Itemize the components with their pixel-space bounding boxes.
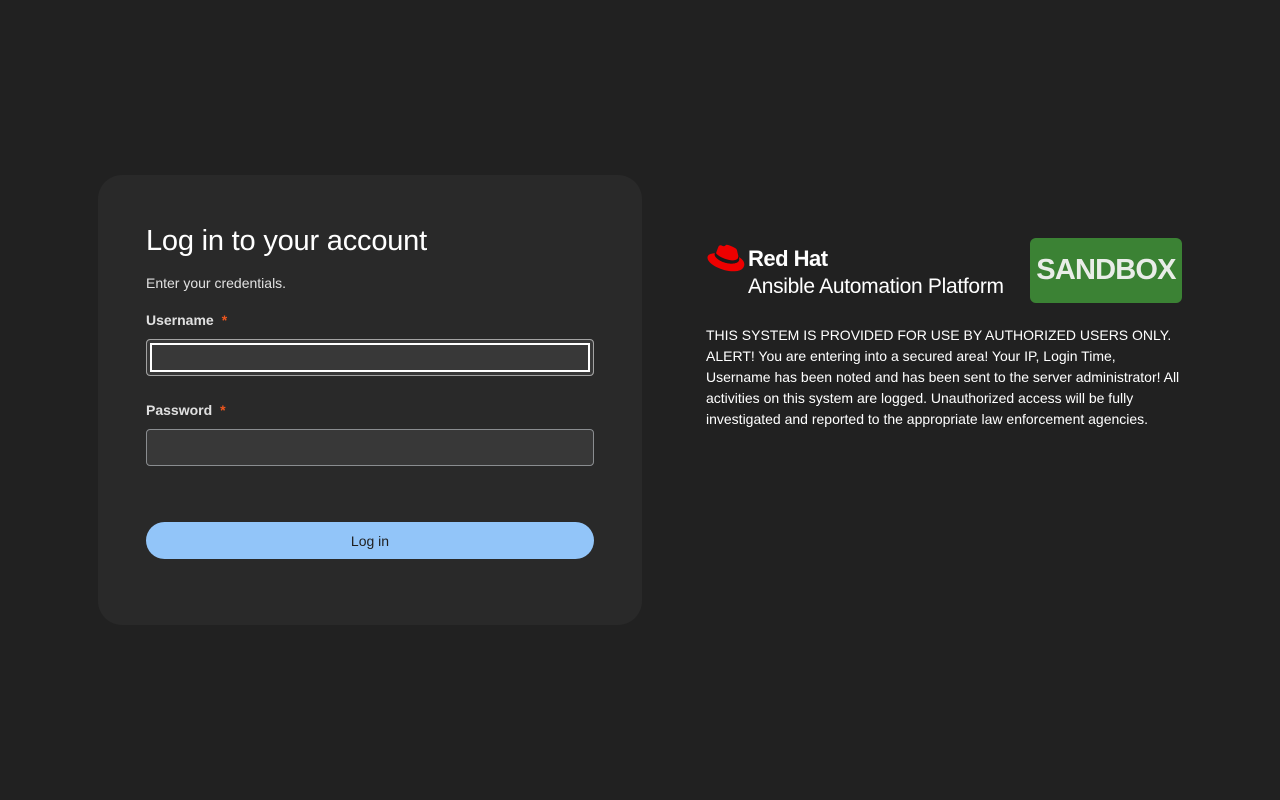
brand-product-name: Ansible Automation Platform (748, 275, 1004, 298)
red-hat-logo: Red Hat Ansible Automation Platform (706, 238, 1004, 300)
login-subtitle: Enter your credentials. (146, 275, 287, 291)
brand-logo-row: Red Hat Ansible Automation Platform SAND… (706, 238, 1182, 304)
login-button[interactable]: Log in (146, 522, 594, 559)
password-input[interactable] (146, 429, 594, 466)
brand-company-name: Red Hat (748, 246, 828, 271)
password-label-text: Password (146, 402, 213, 418)
red-hat-wordmark: Red Hat Ansible Automation Platform (748, 238, 1004, 300)
password-label: Password * (146, 400, 594, 420)
login-title: Log in to your account (146, 225, 427, 257)
username-label-text: Username (146, 312, 214, 328)
sandbox-badge: SANDBOX (1030, 238, 1182, 303)
login-page: Log in to your account Enter your creden… (0, 0, 1280, 800)
brand-panel: Red Hat Ansible Automation Platform SAND… (706, 238, 1182, 430)
red-hat-icon (707, 244, 745, 272)
password-required-marker: * (220, 402, 226, 418)
security-notice: THIS SYSTEM IS PROVIDED FOR USE BY AUTHO… (706, 327, 1180, 427)
username-label: Username * (146, 310, 594, 330)
username-required-marker: * (221, 312, 228, 328)
login-card: Log in to your account Enter your creden… (98, 175, 642, 625)
username-input[interactable] (146, 339, 594, 376)
